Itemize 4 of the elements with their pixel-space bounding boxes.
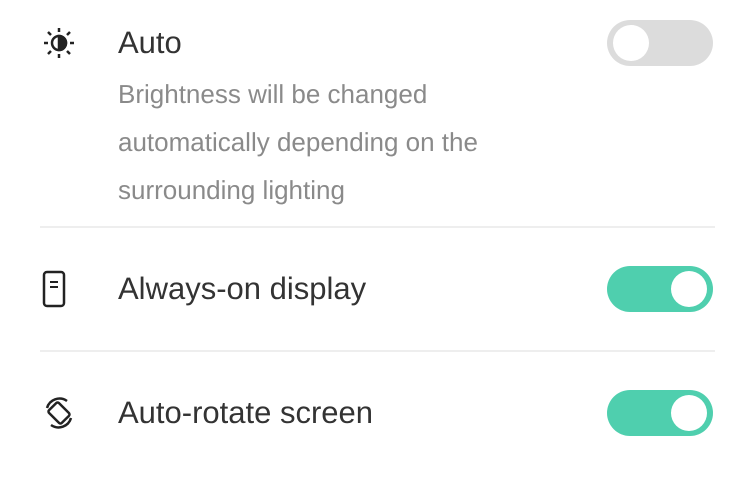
setting-label: Auto-rotate screen [118, 394, 374, 432]
setting-label: Auto [118, 24, 183, 62]
setting-description: Brightness will be changed automatically depending on the surrounding lighting [118, 78, 479, 207]
setting-label: Always-on display [118, 270, 368, 308]
